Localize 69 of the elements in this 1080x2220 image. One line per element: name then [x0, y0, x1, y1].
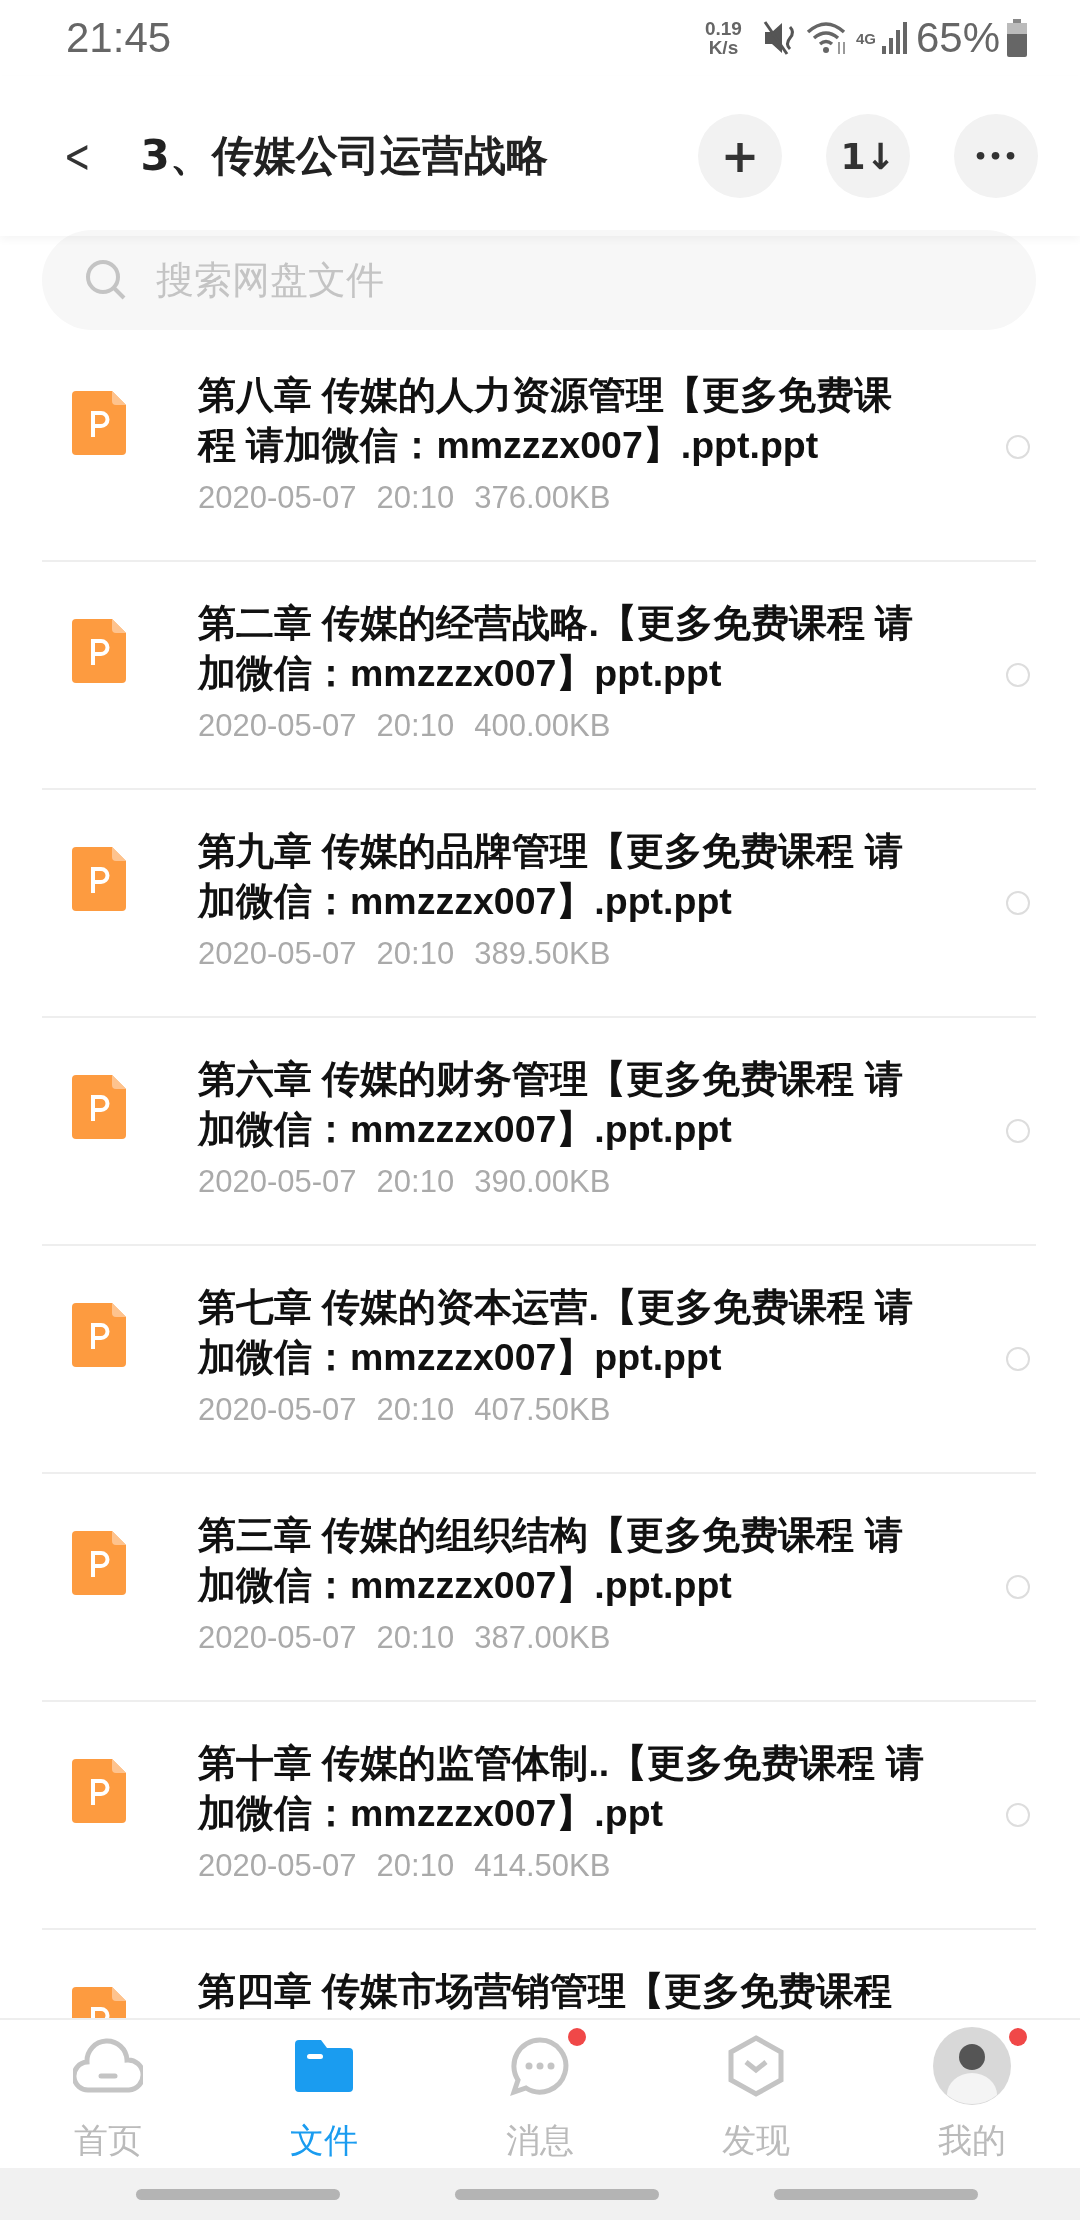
add-button[interactable]: + [698, 114, 782, 198]
select-radio[interactable] [1006, 891, 1030, 915]
file-size: 390.00KB [474, 1163, 611, 1201]
gesture-handle[interactable] [136, 2188, 340, 2200]
folder-title: 3、传媒公司运营战略 [140, 130, 549, 182]
file-time: 20:10 [376, 1847, 455, 1885]
ppt-file-icon [72, 847, 126, 911]
file-time: 20:10 [376, 1391, 455, 1429]
file-name[interactable]: 第七章 传媒的资本运营.【更多免费课程 请加微信：mmzzzx007】ppt.ppt [198, 1282, 927, 1382]
avatar-icon [933, 2027, 1011, 2105]
file-date: 2020-05-07 [198, 935, 357, 973]
file-time: 20:10 [376, 935, 455, 973]
file-date: 2020-05-07 [198, 707, 357, 745]
folder-icon [295, 2040, 353, 2092]
back-button[interactable]: < [58, 129, 97, 183]
cloud-icon [73, 2038, 143, 2094]
more-button[interactable]: ••• [954, 114, 1038, 198]
ppt-file-icon [72, 1075, 126, 1139]
file-size: 387.00KB [474, 1619, 611, 1657]
search-icon [84, 258, 128, 302]
file-date: 2020-05-07 [198, 479, 357, 517]
file-size: 389.50KB [474, 935, 611, 973]
signal-icon [881, 20, 910, 56]
select-radio[interactable] [1006, 1803, 1030, 1827]
file-name[interactable]: 第三章 传媒的组织结构【更多免费课程 请加微信：mmzzzx007】.ppt.ppt [198, 1510, 927, 1610]
battery-icon [1006, 19, 1028, 57]
file-date: 2020-05-07 [198, 1391, 357, 1429]
file-time: 20:10 [376, 707, 455, 745]
hexagon-icon [728, 2035, 784, 2097]
network-type: 4G [855, 30, 876, 47]
select-radio[interactable] [1006, 1575, 1030, 1599]
select-radio[interactable] [1006, 1119, 1030, 1143]
file-size: 407.50KB [474, 1391, 611, 1429]
tab-label: 发现 [722, 2119, 790, 2162]
file-name[interactable]: 第二章 传媒的经营战略.【更多免费课程 请加微信：mmzzzx007】ppt.ppt [198, 598, 927, 698]
select-radio[interactable] [1006, 435, 1030, 459]
file-time: 20:10 [376, 479, 455, 517]
file-time: 20:10 [376, 1163, 455, 1201]
tab-label: 文件 [290, 2119, 358, 2162]
battery-percent: 65% [915, 14, 1000, 62]
file-name[interactable]: 第九章 传媒的品牌管理【更多免费课程 请加微信：mmzzzx007】.ppt.ppt [198, 826, 927, 926]
select-radio[interactable] [1006, 663, 1030, 687]
chat-bubble-icon [510, 2036, 570, 2096]
file-date: 2020-05-07 [198, 1619, 357, 1657]
select-radio[interactable] [1006, 1347, 1030, 1371]
gesture-handle[interactable] [455, 2188, 659, 2200]
tab-label: 消息 [506, 2119, 574, 2162]
tab-label: 我的 [938, 2119, 1006, 2162]
file-name[interactable]: 第八章 传媒的人力资源管理【更多免费课程 请加微信：mmzzzx007】.ppt.ppt [198, 370, 927, 470]
ppt-file-icon [72, 391, 126, 455]
ppt-file-icon [72, 1759, 126, 1823]
file-size: 414.50KB [474, 1847, 611, 1885]
file-size: 400.00KB [474, 707, 611, 745]
file-time: 20:10 [376, 1619, 455, 1657]
speed-value: 0.19 [704, 19, 742, 38]
gesture-handle[interactable] [774, 2188, 978, 2200]
ppt-file-icon [72, 619, 126, 683]
sort-button[interactable]: 1↓ [826, 114, 910, 198]
file-name[interactable]: 第十章 传媒的监管体制..【更多免费课程 请加微信：mmzzzx007】.ppt [198, 1738, 927, 1838]
file-name[interactable]: 第四章 传媒市场营销管理【更多免费课程 [198, 1966, 927, 2016]
ppt-file-icon [72, 1531, 126, 1595]
ppt-file-icon [72, 1303, 126, 1367]
tab-label: 首页 [74, 2119, 142, 2162]
file-size: 376.00KB [474, 479, 611, 517]
file-date: 2020-05-07 [198, 1847, 357, 1885]
clock: 21:45 [66, 14, 173, 62]
file-name[interactable]: 第六章 传媒的财务管理【更多免费课程 请加微信：mmzzzx007】.ppt.ppt [198, 1054, 927, 1154]
file-date: 2020-05-07 [198, 1163, 357, 1201]
speed-unit: K/s [708, 38, 739, 57]
